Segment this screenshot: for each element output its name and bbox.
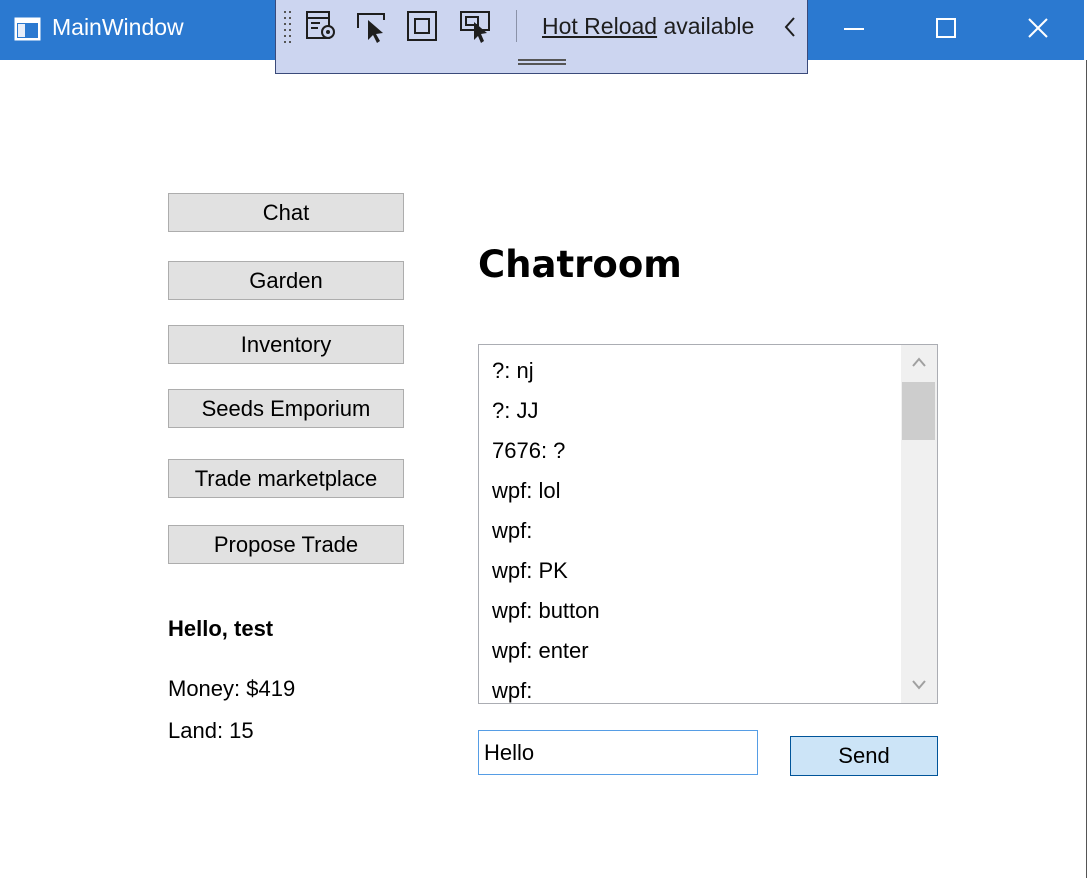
layout-adorners-icon (407, 11, 437, 41)
hot-reload-suffix: available (657, 13, 755, 39)
chat-message[interactable]: ?: nj (492, 358, 534, 384)
live-visual-tree-button[interactable] (304, 6, 342, 46)
track-focused-element-button[interactable] (458, 6, 496, 46)
propose-trade-nav-button[interactable]: Propose Trade (168, 525, 404, 564)
send-button[interactable]: Send (790, 736, 938, 776)
toolbar-separator (516, 10, 517, 42)
select-element-button[interactable] (354, 6, 392, 46)
close-icon (1028, 18, 1048, 38)
maximize-icon (936, 18, 956, 38)
minimize-button[interactable] (808, 0, 900, 60)
scroll-down-icon[interactable] (901, 667, 937, 703)
window-title: MainWindow (52, 14, 184, 40)
window-border (1086, 60, 1087, 878)
hot-reload-status: Hot Reload available (542, 13, 754, 40)
inventory-nav-button[interactable]: Inventory (168, 325, 404, 364)
chat-message[interactable]: wpf: lol (492, 478, 560, 504)
collapse-chevron-icon[interactable] (782, 14, 798, 40)
chat-message[interactable]: wpf: PK (492, 558, 568, 584)
display-layout-adorners-button[interactable] (404, 6, 442, 46)
app-window-icon (14, 17, 41, 41)
chatroom-heading: Chatroom (478, 243, 682, 286)
live-visual-tree-icon (306, 11, 335, 39)
chat-message[interactable]: wpf: enter (492, 638, 589, 664)
chat-message[interactable]: 7676: ? (492, 438, 565, 464)
scroll-thumb[interactable] (902, 382, 935, 440)
chat-message[interactable]: wpf: (492, 518, 532, 544)
drag-grip-icon[interactable] (283, 10, 293, 46)
seeds-emporium-nav-button[interactable]: Seeds Emporium (168, 389, 404, 428)
hot-reload-link[interactable]: Hot Reload (542, 13, 657, 39)
message-input[interactable] (478, 730, 758, 775)
chat-message-list[interactable]: ?: nj ?: JJ 7676: ? wpf: lol wpf: wpf: P… (478, 344, 938, 704)
hot-reload-toolbar: Hot Reload available (275, 0, 808, 74)
scroll-up-icon[interactable] (901, 345, 937, 381)
minimize-icon (844, 28, 864, 30)
garden-nav-button[interactable]: Garden (168, 261, 404, 300)
chat-nav-button[interactable]: Chat (168, 193, 404, 232)
land-label: Land: 15 (168, 718, 254, 743)
close-button[interactable] (992, 0, 1084, 60)
track-focus-icon (460, 11, 490, 43)
trade-marketplace-nav-button[interactable]: Trade marketplace (168, 459, 404, 498)
user-greeting: Hello, test (168, 616, 274, 641)
maximize-button[interactable] (900, 0, 992, 60)
money-label: Money: $419 (168, 676, 296, 701)
chat-scrollbar[interactable] (901, 345, 937, 703)
chat-message[interactable]: wpf: button (492, 598, 600, 624)
chat-message[interactable]: ?: JJ (492, 398, 538, 424)
select-element-icon (357, 13, 385, 43)
toolbar-resize-grip[interactable] (518, 59, 566, 65)
chat-message[interactable]: wpf: (492, 678, 532, 703)
